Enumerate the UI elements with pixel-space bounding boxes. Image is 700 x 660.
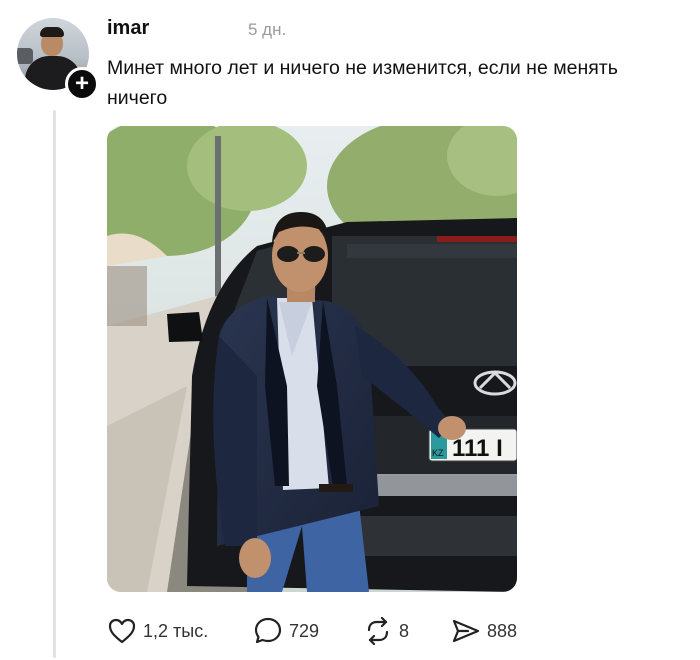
- follow-plus-icon[interactable]: +: [65, 67, 99, 101]
- repost-button[interactable]: 8: [363, 612, 409, 650]
- like-button[interactable]: 1,2 тыс.: [107, 612, 208, 650]
- thread-line: [53, 110, 56, 658]
- share-count: 888: [487, 620, 518, 641]
- reply-button[interactable]: 729: [253, 612, 319, 650]
- like-count: 1,2 тыс.: [143, 620, 209, 641]
- post-photo[interactable]: KZ 111 I: [107, 126, 517, 592]
- post-text: Минет много лет и ничего не изменится, е…: [107, 57, 618, 109]
- repost-arrows-icon: [367, 616, 389, 646]
- thread-post: + imar 5 дн. Минет много лет и ничего не…: [0, 0, 700, 660]
- send-arrow-icon: [452, 619, 480, 643]
- author-username[interactable]: imar: [107, 17, 149, 40]
- plate-number: 111 I: [452, 435, 503, 462]
- post-actions-bar: 1,2 тыс. 729 8 888: [107, 612, 667, 650]
- repost-count: 8: [399, 620, 410, 641]
- author-avatar-group[interactable]: +: [17, 18, 99, 101]
- heart-icon: [108, 618, 136, 644]
- reply-count: 729: [289, 620, 320, 641]
- plate-country: KZ: [432, 448, 444, 458]
- post-timestamp[interactable]: 5 дн.: [248, 20, 286, 40]
- share-button[interactable]: 888: [451, 612, 517, 650]
- speech-bubble-icon: [254, 617, 282, 644]
